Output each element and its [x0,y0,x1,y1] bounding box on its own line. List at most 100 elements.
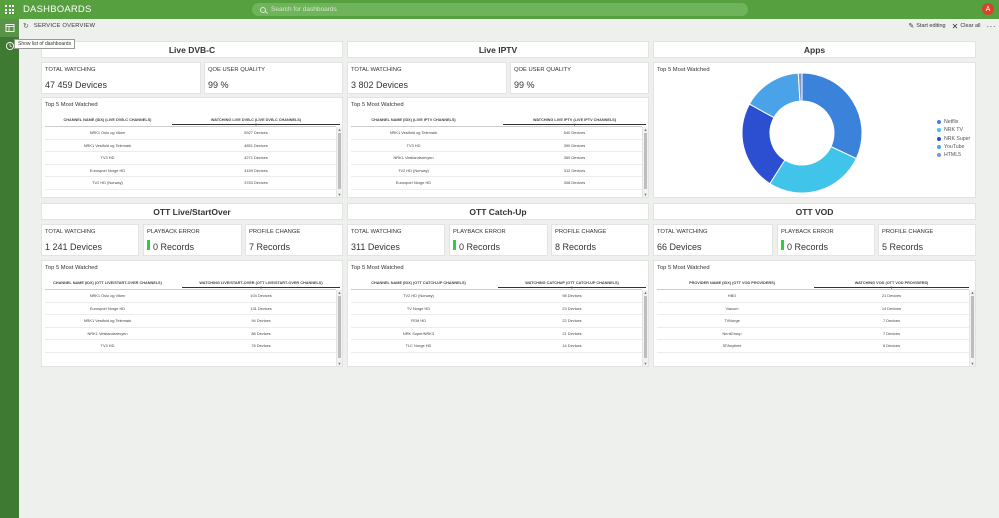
column-header-name[interactable]: CHANNEL NAME (IDX) (LIVE DVB-C CHANNELS) [45,115,170,125]
ott-catchup-profile-change-tile[interactable]: PROFILE CHANGE 8 Records [551,224,649,256]
table-row[interactable]: SFAnytime 6 Devices [657,340,969,353]
table-row[interactable]: Eurosport Norge HD 4159 Devices [45,165,336,177]
scroll-thumb[interactable] [644,296,647,358]
table-row[interactable]: TV2 HD (Norway) 312 Devices [351,165,642,177]
table-row[interactable]: TV3 HD 78 Devices [45,340,336,353]
clear-all-button[interactable]: ✕ Clear all [952,22,981,31]
legend-swatch [937,136,941,141]
table-row[interactable]: TV2 HD (Norway) 98 Devices [351,290,642,303]
scroll-down-icon[interactable]: ▼ [337,192,342,197]
ott-vod-profile-change-tile[interactable]: PROFILE CHANGE 5 Records [878,224,976,256]
table-scrollbar[interactable]: ▲ ▼ [969,290,975,366]
column-header-watching[interactable]: WATCHING VOD (OTT VOD PROVIDERS) ▼ [814,278,969,290]
ott-catchup-playback-error-tile[interactable]: PLAYBACK ERROR 0 Records [449,224,548,256]
table-row[interactable]: NRK1 Vestfold og Telemark 94 Devices [45,315,336,328]
kpi-value: 0 Records [153,242,195,252]
search-box[interactable] [252,3,748,16]
column-header-name[interactable]: CHANNEL NAME (IDX) (LIVE IPTV CHANNELS) [351,115,476,125]
legend-label: NRK TV [944,127,963,134]
table-row[interactable]: TV3 HD 390 Devices [351,140,642,152]
column-header-name[interactable]: CHANNEL NAME (IDX) (OTT LIVE/START-OVER … [45,278,170,288]
scroll-down-icon[interactable]: ▼ [643,361,648,366]
scroll-up-icon[interactable]: ▲ [970,290,975,295]
donut-slice-nrk-tv[interactable] [769,145,857,194]
legend-item[interactable]: NRK Super [937,135,970,143]
column-header-watching[interactable]: WATCHING LIVE/START-OVER (OTT LIVE/START… [182,278,340,290]
table-row[interactable]: TLC Norge HD 14 Devices [351,340,642,353]
table-scrollbar[interactable]: ▲ ▼ [642,290,648,366]
table-row[interactable]: Viacom 14 Devices [657,303,969,315]
table-row[interactable]: NentGroup 7 Devices [657,328,969,340]
scroll-up-icon[interactable]: ▲ [643,127,648,132]
table-row[interactable]: NRK1 Vestfold og Telemark 4851 Devices [45,140,336,152]
table-row[interactable]: TV2 HD (Norway) 3783 Devices [45,177,336,190]
table-row[interactable]: NRK1 Vestlandsrevyen 88 Devices [45,328,336,340]
kpi-value: 0 Records [459,242,501,252]
ott-live-total-watching-tile[interactable]: TOTAL WATCHING 1 241 Devices [41,224,139,256]
column-header-label: WATCHING CATCHUP (OTT CATCH-UP CHANNELS) [525,280,619,285]
kpi-label: QOE USER QUALITY [514,67,572,73]
dvbc-qoe-tile[interactable]: QOE USER QUALITY 99 % [204,62,343,94]
table-row[interactable]: NRK Super/NRK3 21 Devices [351,328,642,340]
watching-count-cell: 21 Devices [881,293,902,299]
iptv-total-watching-tile[interactable]: TOTAL WATCHING 3 802 Devices [347,62,507,94]
table-scrollbar[interactable]: ▲ ▼ [642,127,648,197]
scroll-thumb[interactable] [971,296,974,358]
avatar[interactable]: A [982,3,994,15]
column-header-watching[interactable]: WATCHING LIVE IPTV (LIVE IPTV CHANNELS) ▼ [503,115,646,127]
table-row[interactable]: TVNorge 7 Devices [657,315,969,328]
app-launcher-icon[interactable] [0,0,19,19]
table-row[interactable]: Eurosport Norge HD 131 Devices [45,303,336,315]
scroll-down-icon[interactable]: ▼ [970,361,975,366]
search-input[interactable] [271,6,671,13]
column-header-watching[interactable]: WATCHING LIVE DVB-C (LIVE DVB-C CHANNELS… [172,115,340,127]
table-row[interactable]: NRK1 Vestlandsrevyen 360 Devices [351,152,642,165]
legend-swatch [937,145,941,150]
ott-vod-total-watching-tile[interactable]: TOTAL WATCHING 66 Devices [653,224,773,256]
table-row[interactable]: TV Norge HD 23 Devices [351,303,642,315]
table-row[interactable]: NRK1 Vestfold og Telemark 540 Devices [351,127,642,140]
dashboard-list-button[interactable] [0,19,19,37]
scroll-thumb[interactable] [338,133,341,189]
iptv-qoe-tile[interactable]: QOE USER QUALITY 99 % [510,62,649,94]
donut-slice-netflix[interactable] [801,72,863,160]
start-editing-button[interactable]: ✎ Start editing [908,22,945,30]
scroll-up-icon[interactable]: ▲ [643,290,648,295]
scroll-down-icon[interactable]: ▼ [643,192,648,197]
scroll-up-icon[interactable]: ▲ [337,127,342,132]
apps-section-title: Apps [653,41,976,58]
channel-name-cell: TV3 HD [100,155,115,161]
ott-vod-playback-error-tile[interactable]: PLAYBACK ERROR 0 Records [777,224,875,256]
channel-name-cell: TV2 HD (Norway) [92,180,123,186]
scroll-thumb[interactable] [338,296,341,358]
ott-live-playback-error-tile[interactable]: PLAYBACK ERROR 0 Records [143,224,242,256]
scroll-down-icon[interactable]: ▼ [337,361,342,366]
legend-item[interactable]: Netflix [937,118,970,126]
ott-catchup-total-watching-tile[interactable]: TOTAL WATCHING 311 Devices [347,224,445,256]
legend-item[interactable]: NRK TV [937,126,970,134]
table-scrollbar[interactable]: ▲ ▼ [336,290,342,366]
scroll-thumb[interactable] [644,133,647,189]
column-header-name[interactable]: CHANNEL NAME (IDX) (OTT CATCH-UP CHANNEL… [351,278,486,288]
legend-item[interactable]: YouTube [937,143,970,151]
table-row[interactable]: HBO 21 Devices [657,290,969,303]
ott-catchup-title-text: OTT Catch-Up [469,206,527,217]
refresh-icon[interactable]: ↻ [23,22,29,30]
more-icon[interactable]: ··· [987,22,997,31]
panel-title: Top 5 Most Watched [45,265,98,271]
column-header-watching[interactable]: WATCHING CATCHUP (OTT CATCH-UP CHANNELS)… [498,278,646,290]
watching-count-cell: 360 Devices [563,155,586,161]
legend-item[interactable]: HTML5 [937,151,970,159]
ott-live-profile-change-tile[interactable]: PROFILE CHANGE 7 Records [245,224,343,256]
scroll-up-icon[interactable]: ▲ [337,290,342,295]
table-row[interactable]: Eurosport Norge HD 308 Devices [351,177,642,190]
table-row[interactable]: NRK1 Oslo og Viken 5927 Devices [45,127,336,140]
column-header-name[interactable]: PROVIDER NAME (IDX) (OTT VOD PROVIDERS) [657,278,807,288]
apps-donut-chart [741,72,863,194]
dvbc-total-watching-tile[interactable]: TOTAL WATCHING 47 459 Devices [41,62,201,94]
table-row[interactable]: TV3 HD 4271 Devices [45,152,336,165]
status-indicator [453,240,456,250]
table-scrollbar[interactable]: ▲ ▼ [336,127,342,197]
table-row[interactable]: FEM HD 22 Devices [351,315,642,328]
table-row[interactable]: NRK1 Oslo og Viken 104 Devices [45,290,336,303]
